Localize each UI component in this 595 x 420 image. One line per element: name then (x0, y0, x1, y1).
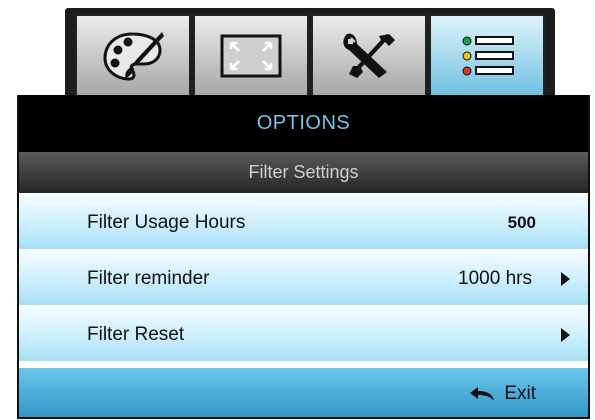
options-list-icon (462, 36, 514, 76)
menu-item-filter-reset[interactable]: Filter Reset (19, 305, 588, 361)
menu-item-label: Filter Reset (87, 323, 185, 345)
tab-options[interactable] (429, 14, 545, 98)
exit-label: Exit (504, 382, 536, 404)
menu-item-filter-usage-hours[interactable]: Filter Usage Hours 500 (19, 193, 588, 249)
menu-item-value: 1000 hrs (458, 267, 532, 289)
menu-title: OPTIONS (256, 112, 351, 134)
palette-icon (103, 32, 164, 81)
tab-display[interactable] (193, 14, 309, 98)
chevron-right-icon[interactable] (561, 271, 570, 286)
chevron-right-icon[interactable] (561, 327, 570, 342)
menu-footer: Exit (19, 365, 588, 417)
submenu-title-bar: Filter Settings (19, 152, 588, 193)
menu-item-value: 500 (507, 212, 536, 232)
menu-panel: OPTIONS Filter Settings Filter Usage Hou… (17, 95, 590, 419)
menu-item-label: Filter reminder (87, 267, 210, 289)
tab-setup[interactable] (311, 14, 427, 98)
screen-resize-icon (220, 34, 282, 78)
tab-image[interactable] (75, 14, 191, 98)
tools-icon (343, 33, 395, 78)
menu-item-filter-reminder[interactable]: Filter reminder 1000 hrs (19, 249, 588, 305)
projector-osd-menu: OPTIONS Filter Settings Filter Usage Hou… (15, 0, 590, 420)
menu-title-bar: OPTIONS (19, 95, 588, 152)
exit-button[interactable]: Exit (468, 383, 536, 405)
return-arrow-icon (470, 386, 495, 401)
menu-item-label: Filter Usage Hours (87, 211, 246, 233)
submenu-title: Filter Settings (248, 162, 359, 182)
menu-tab-strip (65, 8, 555, 98)
